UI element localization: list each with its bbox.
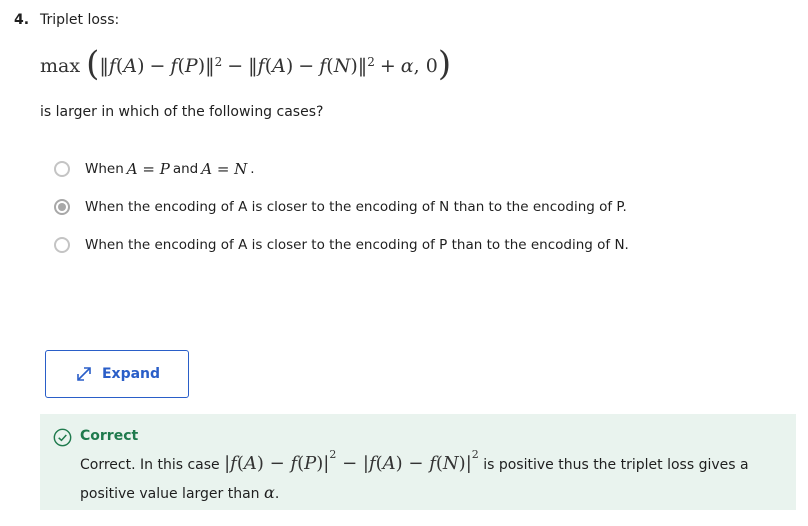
expand-arrows-icon [77,367,91,381]
option-label-prefix: When [85,161,124,177]
feedback-explanation: Correct. In this case |f(A) − f(P)|2 − |… [80,445,780,508]
question-header: 4. Triplet loss: [14,12,119,28]
feedback-status: Correct [80,428,139,444]
radio-button-selected[interactable] [54,199,70,215]
radio-button[interactable] [54,161,70,177]
question-title: Triplet loss: [40,12,120,28]
feedback-text-before: Correct. In this case [80,457,220,473]
feedback-end: . [274,486,280,502]
option-math-b: A = N [201,160,248,178]
option-connector: and [172,161,199,177]
feedback-alpha: α [264,483,275,502]
radio-button[interactable] [54,237,70,253]
option-suffix: . [250,161,255,177]
expand-label: Expand [101,366,161,382]
option-label: When the encoding of A is closer to the … [85,237,629,253]
option-1[interactable]: When A = P and A = N. [54,160,255,178]
option-label: When the encoding of A is closer to the … [85,199,627,215]
feedback-formula: |f(A) − f(P)|2 − |f(A) − f(N)|2 [224,448,479,474]
question-number: 4. [14,12,30,28]
expand-button[interactable]: Expand [45,350,189,398]
check-circle-icon [53,428,72,447]
triplet-loss-formula: max (‖ f(A) − f(P)‖ 2− ‖ f(A) − f(N)‖ 2 + α, 0) [40,44,452,84]
feedback-panel: Correct Correct. In this case |f(A) − f(… [40,414,796,510]
option-3[interactable]: When the encoding of A is closer to the … [54,237,629,253]
option-2[interactable]: When the encoding of A is closer to the … [54,199,627,215]
option-math-a: A = P [126,160,170,178]
question-prompt: is larger in which of the following case… [40,104,324,120]
